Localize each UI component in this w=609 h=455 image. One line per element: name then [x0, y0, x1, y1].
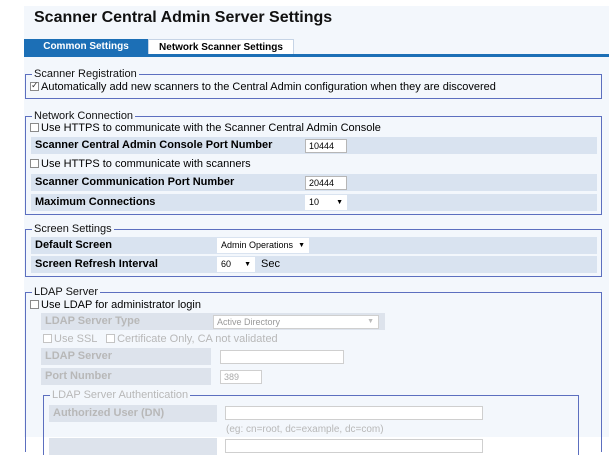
- ldap-server-row: LDAP Server: [41, 348, 211, 365]
- https-scanners-checkbox[interactable]: [30, 159, 39, 168]
- screen-settings-section: Screen Settings Default Screen Admin Ope…: [25, 223, 602, 277]
- https-console-label: Use HTTPS to communicate with the Scanne…: [41, 122, 381, 134]
- scanner-port-row: Scanner Communication Port Number 20444: [31, 174, 597, 191]
- auto-add-option: Automatically add new scanners to the Ce…: [30, 80, 496, 93]
- max-connections-value: 10: [309, 197, 320, 207]
- ssl-options: Use SSL Certificate Only, CA not validat…: [43, 333, 278, 345]
- password-row: [49, 438, 217, 455]
- tab-underline: [24, 54, 609, 57]
- use-ldap-option: Use LDAP for administrator login: [30, 299, 201, 311]
- ldap-server-input[interactable]: [220, 350, 344, 364]
- chevron-down-icon: ▼: [244, 261, 251, 268]
- refresh-interval-row: Screen Refresh Interval 60 ▼ Sec: [31, 256, 597, 273]
- default-screen-label: Default Screen: [35, 239, 113, 251]
- https-console-checkbox[interactable]: [30, 123, 39, 132]
- use-ssl-checkbox[interactable]: [43, 334, 52, 343]
- scanner-registration-section: Scanner Registration Automatically add n…: [25, 68, 602, 99]
- tab-common-settings[interactable]: Common Settings: [24, 39, 148, 54]
- section-legend: Network Connection: [32, 110, 136, 122]
- ldap-server-label: LDAP Server: [45, 350, 113, 362]
- authorized-user-row: Authorized User (DN): [49, 405, 217, 422]
- max-connections-row: Maximum Connections 10 ▼: [31, 194, 597, 211]
- ldap-server-type-row: LDAP Server Type Active Directory ▼: [41, 313, 385, 330]
- ldap-port-row: Port Number: [41, 368, 211, 385]
- https-console-option: Use HTTPS to communicate with the Scanne…: [30, 122, 381, 134]
- ldap-server-type-label: LDAP Server Type: [45, 315, 140, 327]
- section-legend: Scanner Registration: [32, 68, 139, 80]
- https-scanners-option: Use HTTPS to communicate with scanners: [30, 158, 251, 170]
- auto-add-label: Automatically add new scanners to the Ce…: [41, 81, 496, 93]
- use-ssl-label: Use SSL: [54, 333, 98, 345]
- console-port-label: Scanner Central Admin Console Port Numbe…: [35, 139, 273, 151]
- chevron-down-icon: ▼: [367, 318, 374, 325]
- network-connection-section: Network Connection Use HTTPS to communic…: [25, 110, 602, 215]
- ldap-auth-section: LDAP Server Authentication Authorized Us…: [43, 389, 579, 455]
- section-legend: LDAP Server: [32, 286, 100, 298]
- default-screen-row: Default Screen Admin Operations ▼: [31, 237, 597, 254]
- section-legend: LDAP Server Authentication: [50, 389, 191, 401]
- authorized-user-input[interactable]: [225, 406, 483, 420]
- ldap-server-section: LDAP Server Use LDAP for administrator l…: [25, 286, 602, 455]
- settings-page: Scanner Central Admin Server Settings Co…: [24, 6, 609, 455]
- use-ldap-label: Use LDAP for administrator login: [41, 299, 201, 311]
- section-legend: Screen Settings: [32, 223, 114, 235]
- refresh-interval-value: 60: [221, 259, 232, 269]
- use-ldap-checkbox[interactable]: [30, 300, 39, 309]
- ldap-port-label: Port Number: [45, 370, 112, 382]
- tab-bar: Common Settings Network Scanner Settings: [24, 39, 609, 54]
- cert-only-label: Certificate Only, CA not validated: [117, 333, 278, 345]
- ldap-server-type-select[interactable]: Active Directory ▼: [213, 315, 379, 329]
- max-connections-label: Maximum Connections: [35, 196, 156, 208]
- scanner-port-input[interactable]: 20444: [305, 176, 347, 190]
- max-connections-select[interactable]: 10 ▼: [305, 195, 347, 210]
- authorized-user-hint: (eg: cn=root, dc=example, dc=com): [226, 424, 384, 435]
- ldap-server-type-value: Active Directory: [217, 317, 281, 327]
- refresh-unit: Sec: [261, 258, 280, 270]
- https-scanners-label: Use HTTPS to communicate with scanners: [41, 158, 251, 170]
- refresh-interval-label: Screen Refresh Interval: [35, 258, 158, 270]
- console-port-row: Scanner Central Admin Console Port Numbe…: [31, 137, 597, 154]
- tab-network-scanner-settings[interactable]: Network Scanner Settings: [148, 39, 294, 54]
- scanner-port-label: Scanner Communication Port Number: [35, 176, 235, 188]
- refresh-interval-select[interactable]: 60 ▼: [217, 257, 255, 272]
- default-screen-value: Admin Operations: [221, 240, 294, 250]
- console-port-input[interactable]: 10444: [305, 139, 347, 153]
- password-input[interactable]: [225, 439, 483, 453]
- chevron-down-icon: ▼: [336, 199, 343, 206]
- page-title: Scanner Central Admin Server Settings: [34, 9, 333, 26]
- ldap-port-input[interactable]: 389: [220, 370, 262, 384]
- default-screen-select[interactable]: Admin Operations ▼: [217, 238, 309, 253]
- auto-add-checkbox[interactable]: [30, 80, 39, 91]
- chevron-down-icon: ▼: [298, 242, 305, 249]
- cert-only-checkbox[interactable]: [106, 334, 116, 343]
- authorized-user-label: Authorized User (DN): [53, 407, 165, 419]
